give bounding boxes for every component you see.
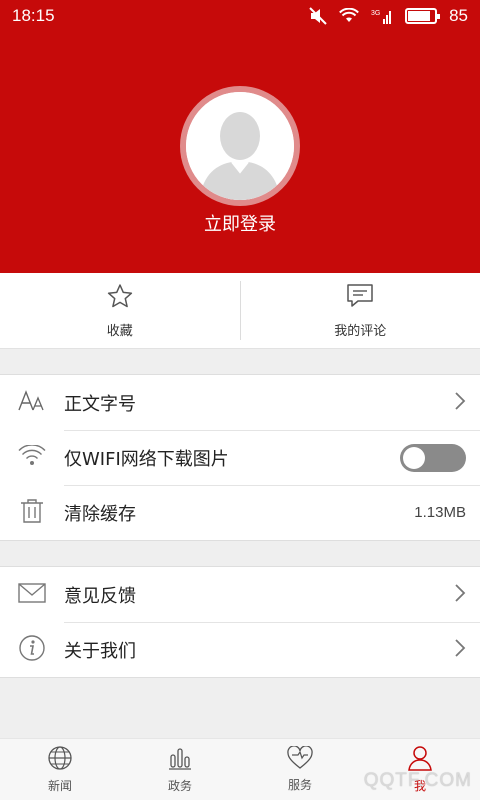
tab-government-label: 政务 [167,779,192,793]
avatar[interactable] [180,86,300,206]
status-bar: 18:15 3G 85 [0,0,480,32]
globe-icon [47,745,73,774]
login-link[interactable]: 立即登录 [0,210,480,236]
about-label: 关于我们 [64,640,136,662]
tab-government[interactable]: 政务 [120,739,240,800]
comment-icon [346,283,374,313]
bar-chart-icon [167,745,193,774]
heart-icon [287,745,313,773]
tab-news-label: 新闻 [47,779,72,793]
star-icon [106,283,134,313]
battery-percent: 85 [449,6,468,25]
clear-cache-label: 清除缓存 [64,503,136,525]
status-icons: 3G 85 [309,6,468,26]
signal-icon: 3G [371,8,393,24]
font-size-icon [17,389,47,416]
my-comments-button[interactable]: 我的评论 [241,273,480,348]
about-row[interactable]: 关于我们 [0,622,480,677]
info-icon [18,634,46,666]
chevron-right-icon [454,638,466,662]
avatar-placeholder-icon [186,92,294,200]
feedback-row[interactable]: 意见反馈 [0,567,480,622]
favorites-label: 收藏 [106,323,133,339]
cache-size: 1.13MB [414,504,466,521]
toggle-knob [403,446,425,469]
mail-icon [18,582,46,608]
tab-service[interactable]: 服务 [240,739,360,800]
battery-fill [408,11,431,21]
tab-me-label: 我 [413,779,426,793]
wifi-only-label: 仅WIFI网络下载图片 [64,448,229,470]
trash-icon [20,498,44,528]
tab-service-label: 服务 [287,778,312,792]
my-comments-label: 我的评论 [334,323,387,339]
feedback-label: 意见反馈 [64,585,136,607]
chevron-right-icon [454,391,466,415]
font-size-label: 正文字号 [64,393,136,415]
status-time: 18:15 [12,6,55,25]
tab-me[interactable]: 我 [360,739,480,800]
tab-news[interactable]: 新闻 [0,739,120,800]
wifi-icon [339,8,359,24]
battery-icon [405,8,441,24]
chevron-right-icon [454,583,466,607]
network-label: 3G [371,10,380,17]
settings-group-display: 正文字号 仅WIFI网络下载图片 清除缓存 1.13MB [0,374,480,541]
person-icon [407,745,433,774]
favorites-button[interactable]: 收藏 [0,273,240,348]
wifi-only-row: 仅WIFI网络下载图片 [0,430,480,485]
wifi-setting-icon [18,443,46,471]
profile-header: 立即登录 [0,32,480,273]
wifi-only-toggle[interactable] [400,443,466,472]
bottom-tab-bar: 新闻 政务 服务 我 [0,738,480,800]
quick-actions: 收藏 我的评论 [0,273,480,349]
settings-group-info: 意见反馈 关于我们 [0,566,480,678]
font-size-row[interactable]: 正文字号 [0,375,480,430]
mute-icon [309,7,327,25]
clear-cache-row[interactable]: 清除缓存 1.13MB [0,485,480,540]
